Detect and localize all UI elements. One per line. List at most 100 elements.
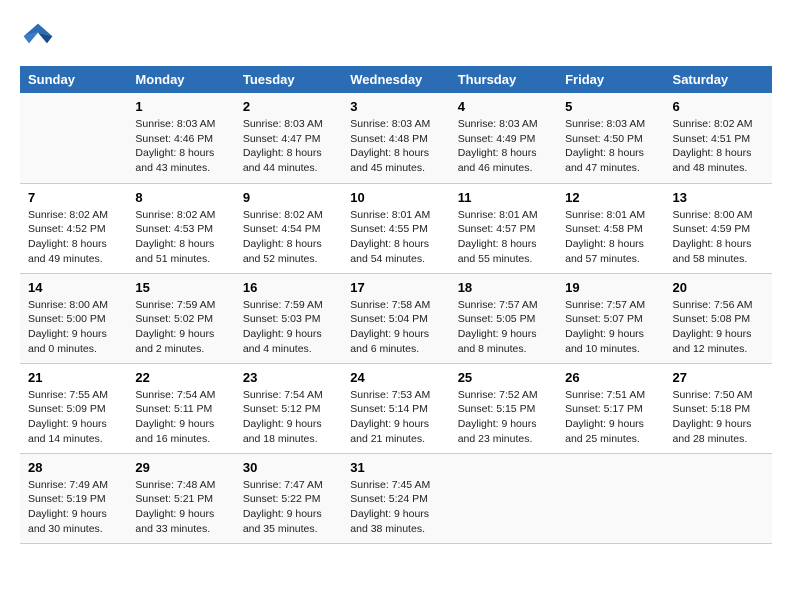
day-info: Sunrise: 8:03 AMSunset: 4:48 PMDaylight:… (350, 117, 441, 176)
calendar-cell: 3 Sunrise: 8:03 AMSunset: 4:48 PMDaylight… (342, 93, 449, 183)
day-info: Sunrise: 7:48 AMSunset: 5:21 PMDaylight:… (135, 478, 226, 537)
day-info: Sunrise: 7:57 AMSunset: 5:05 PMDaylight:… (458, 298, 549, 357)
day-number: 30 (243, 460, 334, 475)
calendar-cell: 25Sunrise: 7:52 AMSunset: 5:15 PMDayligh… (450, 363, 557, 453)
day-info: Sunrise: 7:45 AMSunset: 5:24 PMDaylight:… (350, 478, 441, 537)
logo-icon (20, 20, 56, 56)
day-number: 4 (458, 99, 549, 114)
calendar-cell: 9 Sunrise: 8:02 AMSunset: 4:54 PMDaylight… (235, 183, 342, 273)
calendar-cell: 20 Sunrise: 7:56 AMSunset: 5:08 PMDayligh… (665, 273, 772, 363)
calendar-cell: 22Sunrise: 7:54 AMSunset: 5:11 PMDayligh… (127, 363, 234, 453)
column-header-friday: Friday (557, 66, 664, 93)
day-number: 11 (458, 190, 549, 205)
calendar-cell (450, 453, 557, 543)
day-info: Sunrise: 7:53 AMSunset: 5:14 PMDaylight:… (350, 388, 441, 447)
day-info: Sunrise: 8:01 AMSunset: 4:57 PMDaylight:… (458, 208, 549, 267)
day-info: Sunrise: 8:00 AMSunset: 5:00 PMDaylight:… (28, 298, 119, 357)
calendar-table: SundayMondayTuesdayWednesdayThursdayFrid… (20, 66, 772, 544)
day-info: Sunrise: 8:03 AMSunset: 4:49 PMDaylight:… (458, 117, 549, 176)
calendar-cell: 12 Sunrise: 8:01 AMSunset: 4:58 PMDayligh… (557, 183, 664, 273)
day-info: Sunrise: 8:02 AMSunset: 4:53 PMDaylight:… (135, 208, 226, 267)
day-number: 7 (28, 190, 119, 205)
column-header-monday: Monday (127, 66, 234, 93)
column-header-thursday: Thursday (450, 66, 557, 93)
day-info: Sunrise: 8:02 AMSunset: 4:51 PMDaylight:… (673, 117, 764, 176)
column-header-tuesday: Tuesday (235, 66, 342, 93)
day-info: Sunrise: 7:57 AMSunset: 5:07 PMDaylight:… (565, 298, 656, 357)
column-header-saturday: Saturday (665, 66, 772, 93)
day-number: 3 (350, 99, 441, 114)
day-number: 16 (243, 280, 334, 295)
calendar-cell: 27Sunrise: 7:50 AMSunset: 5:18 PMDayligh… (665, 363, 772, 453)
column-header-sunday: Sunday (20, 66, 127, 93)
day-number: 14 (28, 280, 119, 295)
calendar-cell: 29 Sunrise: 7:48 AMSunset: 5:21 PMDayligh… (127, 453, 234, 543)
day-info: Sunrise: 8:01 AMSunset: 4:58 PMDaylight:… (565, 208, 656, 267)
calendar-cell: 4 Sunrise: 8:03 AMSunset: 4:49 PMDaylight… (450, 93, 557, 183)
day-info: Sunrise: 7:55 AMSunset: 5:09 PMDaylight:… (28, 388, 119, 447)
calendar-cell: 14 Sunrise: 8:00 AMSunset: 5:00 PMDayligh… (20, 273, 127, 363)
calendar-cell: 13 Sunrise: 8:00 AMSunset: 4:59 PMDayligh… (665, 183, 772, 273)
day-number: 13 (673, 190, 764, 205)
day-info: Sunrise: 8:03 AMSunset: 4:50 PMDaylight:… (565, 117, 656, 176)
calendar-cell: 6 Sunrise: 8:02 AMSunset: 4:51 PMDaylight… (665, 93, 772, 183)
week-row-5: 28 Sunrise: 7:49 AMSunset: 5:19 PMDayligh… (20, 453, 772, 543)
day-number: 10 (350, 190, 441, 205)
day-number: 31 (350, 460, 441, 475)
day-number: 23 (243, 370, 334, 385)
day-number: 12 (565, 190, 656, 205)
day-number: 25 (458, 370, 549, 385)
column-header-wednesday: Wednesday (342, 66, 449, 93)
calendar-cell: 30 Sunrise: 7:47 AMSunset: 5:22 PMDayligh… (235, 453, 342, 543)
day-info: Sunrise: 7:49 AMSunset: 5:19 PMDaylight:… (28, 478, 119, 537)
calendar-header-row: SundayMondayTuesdayWednesdayThursdayFrid… (20, 66, 772, 93)
logo (20, 20, 62, 56)
day-number: 26 (565, 370, 656, 385)
calendar-cell: 15 Sunrise: 7:59 AMSunset: 5:02 PMDayligh… (127, 273, 234, 363)
day-number: 21 (28, 370, 119, 385)
calendar-cell: 10 Sunrise: 8:01 AMSunset: 4:55 PMDayligh… (342, 183, 449, 273)
calendar-cell: 26 Sunrise: 7:51 AMSunset: 5:17 PMDayligh… (557, 363, 664, 453)
calendar-cell (665, 453, 772, 543)
week-row-2: 7 Sunrise: 8:02 AMSunset: 4:52 PMDaylight… (20, 183, 772, 273)
day-info: Sunrise: 8:01 AMSunset: 4:55 PMDaylight:… (350, 208, 441, 267)
day-info: Sunrise: 8:02 AMSunset: 4:54 PMDaylight:… (243, 208, 334, 267)
day-number: 24 (350, 370, 441, 385)
day-number: 8 (135, 190, 226, 205)
day-info: Sunrise: 8:03 AMSunset: 4:47 PMDaylight:… (243, 117, 334, 176)
calendar-cell: 28 Sunrise: 7:49 AMSunset: 5:19 PMDayligh… (20, 453, 127, 543)
day-number: 5 (565, 99, 656, 114)
week-row-3: 14 Sunrise: 8:00 AMSunset: 5:00 PMDayligh… (20, 273, 772, 363)
day-info: Sunrise: 7:54 AMSunset: 5:12 PMDaylight:… (243, 388, 334, 447)
calendar-cell: 24 Sunrise: 7:53 AMSunset: 5:14 PMDayligh… (342, 363, 449, 453)
day-info: Sunrise: 7:51 AMSunset: 5:17 PMDaylight:… (565, 388, 656, 447)
day-info: Sunrise: 7:58 AMSunset: 5:04 PMDaylight:… (350, 298, 441, 357)
day-info: Sunrise: 7:59 AMSunset: 5:03 PMDaylight:… (243, 298, 334, 357)
day-number: 28 (28, 460, 119, 475)
day-number: 2 (243, 99, 334, 114)
day-info: Sunrise: 7:56 AMSunset: 5:08 PMDaylight:… (673, 298, 764, 357)
day-info: Sunrise: 7:47 AMSunset: 5:22 PMDaylight:… (243, 478, 334, 537)
day-number: 29 (135, 460, 226, 475)
day-number: 15 (135, 280, 226, 295)
day-number: 1 (135, 99, 226, 114)
calendar-cell: 2 Sunrise: 8:03 AMSunset: 4:47 PMDaylight… (235, 93, 342, 183)
calendar-cell: 31 Sunrise: 7:45 AMSunset: 5:24 PMDayligh… (342, 453, 449, 543)
day-number: 20 (673, 280, 764, 295)
calendar-cell: 19 Sunrise: 7:57 AMSunset: 5:07 PMDayligh… (557, 273, 664, 363)
day-number: 6 (673, 99, 764, 114)
calendar-cell: 7 Sunrise: 8:02 AMSunset: 4:52 PMDaylight… (20, 183, 127, 273)
day-info: Sunrise: 7:59 AMSunset: 5:02 PMDaylight:… (135, 298, 226, 357)
calendar-cell: 8 Sunrise: 8:02 AMSunset: 4:53 PMDaylight… (127, 183, 234, 273)
calendar-cell: 18Sunrise: 7:57 AMSunset: 5:05 PMDayligh… (450, 273, 557, 363)
day-number: 19 (565, 280, 656, 295)
day-number: 9 (243, 190, 334, 205)
day-info: Sunrise: 8:02 AMSunset: 4:52 PMDaylight:… (28, 208, 119, 267)
calendar-cell (20, 93, 127, 183)
day-info: Sunrise: 8:00 AMSunset: 4:59 PMDaylight:… (673, 208, 764, 267)
day-number: 27 (673, 370, 764, 385)
day-number: 17 (350, 280, 441, 295)
week-row-1: 1Sunrise: 8:03 AMSunset: 4:46 PMDaylight… (20, 93, 772, 183)
calendar-body: 1Sunrise: 8:03 AMSunset: 4:46 PMDaylight… (20, 93, 772, 543)
day-info: Sunrise: 7:54 AMSunset: 5:11 PMDaylight:… (135, 388, 226, 447)
